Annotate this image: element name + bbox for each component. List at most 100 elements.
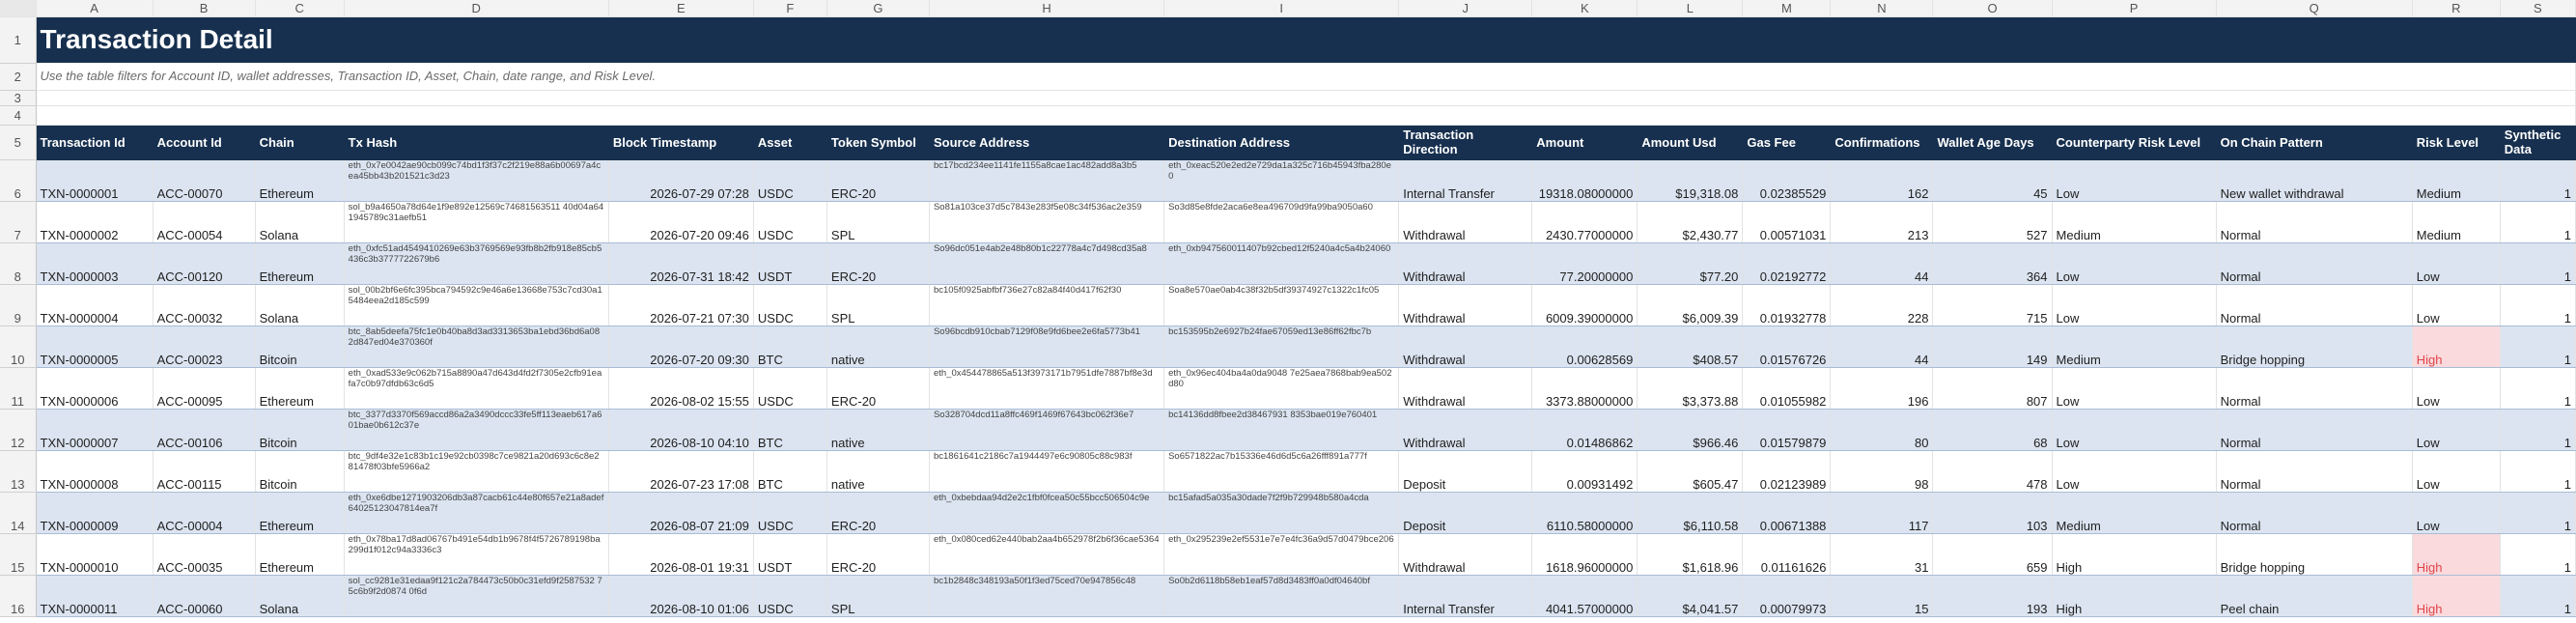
header-source-address[interactable]: Source Address — [929, 125, 1165, 160]
column-header[interactable]: R — [2412, 0, 2501, 17]
row-number[interactable]: 1 — [0, 16, 37, 64]
cell-block-timestamp[interactable]: 2026-08-07 21:09 — [608, 492, 754, 534]
cell-transaction-id[interactable]: TXN-0000008 — [36, 450, 154, 493]
cell-tx-hash[interactable]: btc_9df4e32e1c83b1c19e92cb0398c7ce9821a2… — [344, 450, 609, 493]
header-confirmations[interactable]: Confirmations — [1830, 125, 1934, 160]
cell-source-address[interactable]: bc17bcd234ee1141fe1155a8cae1ac482add8a3b… — [929, 159, 1165, 202]
cell-block-timestamp[interactable]: 2026-08-01 19:31 — [608, 533, 754, 576]
cell-wallet-age-days[interactable]: 68 — [1932, 409, 2053, 451]
cell-risk-level[interactable]: Medium — [2412, 159, 2501, 202]
header-risk-level[interactable]: Risk Level — [2412, 125, 2501, 160]
cell-synthetic-data[interactable]: 1 — [2500, 242, 2576, 285]
row-number[interactable]: 15 — [0, 533, 37, 576]
cell-gas-fee[interactable]: 0.01161626 — [1742, 533, 1832, 576]
cell-token-symbol[interactable]: native — [826, 326, 930, 368]
cell-confirmations[interactable]: 44 — [1830, 326, 1934, 368]
cell-amount[interactable]: 1618.96000000 — [1531, 533, 1638, 576]
cell-block-timestamp[interactable]: 2026-07-29 07:28 — [608, 159, 754, 202]
cell-tx-hash[interactable]: btc_3377d3370f569accd86a2a3490dccc33fe5f… — [344, 409, 609, 451]
cell-on-chain-pattern[interactable]: Bridge hopping — [2216, 326, 2413, 368]
column-header[interactable]: Q — [2216, 0, 2413, 17]
cell-amount[interactable]: 6009.39000000 — [1531, 284, 1638, 326]
cell-wallet-age-days[interactable]: 364 — [1932, 242, 2053, 285]
cell-wallet-age-days[interactable]: 149 — [1932, 326, 2053, 368]
cell-token-symbol[interactable]: native — [826, 409, 930, 451]
header-wallet-age-days[interactable]: Wallet Age Days — [1932, 125, 2053, 160]
cell-counterparty-risk-level[interactable]: Low — [2052, 409, 2217, 451]
cell-destination-address[interactable]: So6571822ac7b15336e46d6d5c6a26fff891a777… — [1163, 450, 1400, 493]
cell-wallet-age-days[interactable]: 715 — [1932, 284, 2053, 326]
title-band[interactable] — [753, 16, 2576, 63]
header-destination-address[interactable]: Destination Address — [1163, 125, 1400, 160]
cell-block-timestamp[interactable]: 2026-08-10 04:10 — [608, 409, 754, 451]
cell-tx-hash[interactable]: eth_0xfc51ad4549410269e63b3769569e93fb8b… — [344, 242, 609, 285]
row-number[interactable]: 8 — [0, 242, 37, 285]
cell-amount-usd[interactable]: $966.46 — [1637, 409, 1744, 451]
cell-gas-fee[interactable]: 0.02192772 — [1742, 242, 1832, 285]
cell-transaction-direction[interactable]: Withdrawal — [1398, 201, 1533, 243]
header-counterparty-risk-level[interactable]: Counterparty Risk Level — [2052, 125, 2217, 160]
cell-on-chain-pattern[interactable]: New wallet withdrawal — [2216, 159, 2413, 202]
header-asset[interactable]: Asset — [753, 125, 827, 160]
cell-transaction-direction[interactable]: Withdrawal — [1398, 284, 1533, 326]
header-chain[interactable]: Chain — [255, 125, 345, 160]
cell-source-address[interactable]: So81a103ce37d5c7843e283f5e08c34f536ac2e3… — [929, 201, 1165, 243]
cell-source-address[interactable]: So96bcdb910cbab7129f08e9fd6bee2e6fa5773b… — [929, 326, 1165, 368]
cell-gas-fee[interactable]: 0.00671388 — [1742, 492, 1832, 534]
cell-transaction-direction[interactable]: Withdrawal — [1398, 533, 1533, 576]
cell-counterparty-risk-level[interactable]: Low — [2052, 284, 2217, 326]
cell-amount[interactable]: 0.00931492 — [1531, 450, 1638, 493]
row-number[interactable]: 12 — [0, 409, 37, 451]
cell-counterparty-risk-level[interactable]: Low — [2052, 242, 2217, 285]
cell-confirmations[interactable]: 31 — [1830, 533, 1934, 576]
cell-synthetic-data[interactable]: 1 — [2500, 326, 2576, 368]
cell-risk-level[interactable]: High — [2412, 326, 2501, 368]
column-header[interactable]: O — [1932, 0, 2053, 17]
cell-token-symbol[interactable]: ERC-20 — [826, 242, 930, 285]
header-block-timestamp[interactable]: Block Timestamp — [608, 125, 754, 160]
cell-account-id[interactable]: ACC-00004 — [153, 492, 256, 534]
cell-source-address[interactable]: eth_0x454478865a513f3973171b7951dfe7887b… — [929, 367, 1165, 410]
cell-chain[interactable]: Ethereum — [255, 159, 345, 202]
cell-on-chain-pattern[interactable]: Normal — [2216, 492, 2413, 534]
cell-token-symbol[interactable]: ERC-20 — [826, 367, 930, 410]
cell-source-address[interactable]: eth_0xbebdaa94d2e2c1fbf0fcea50c55bcc5065… — [929, 492, 1165, 534]
cell-block-timestamp[interactable]: 2026-08-10 01:06 — [608, 575, 754, 617]
cell-source-address[interactable]: bc105f0925abfbf736e27c82a84f40d417f62f30 — [929, 284, 1165, 326]
cell-confirmations[interactable]: 162 — [1830, 159, 1934, 202]
cell-source-address[interactable]: So96dc051e4ab2e48b80b1c22778a4c7d498cd35… — [929, 242, 1165, 285]
cell-synthetic-data[interactable]: 1 — [2500, 450, 2576, 493]
cell-chain[interactable]: Ethereum — [255, 492, 345, 534]
cell-risk-level[interactable]: Low — [2412, 450, 2501, 493]
cell-counterparty-risk-level[interactable]: High — [2052, 533, 2217, 576]
cell-gas-fee[interactable]: 0.01576726 — [1742, 326, 1832, 368]
page-title[interactable]: Transaction Detail — [36, 16, 754, 63]
cell-amount[interactable]: 6110.58000000 — [1531, 492, 1638, 534]
cell-tx-hash[interactable]: sol_b9a4650a78d64e1f9e892e12569c74681563… — [344, 201, 609, 243]
column-header[interactable]: E — [608, 0, 754, 17]
header-amount[interactable]: Amount — [1531, 125, 1638, 160]
cell-transaction-id[interactable]: TXN-0000005 — [36, 326, 154, 368]
header-token-symbol[interactable]: Token Symbol — [826, 125, 930, 160]
cell-amount-usd[interactable]: $2,430.77 — [1637, 201, 1744, 243]
cell-chain[interactable]: Solana — [255, 575, 345, 617]
cell-transaction-direction[interactable]: Withdrawal — [1398, 242, 1533, 285]
cell-asset[interactable]: BTC — [753, 409, 827, 451]
column-header[interactable]: G — [826, 0, 930, 17]
column-header[interactable]: H — [929, 0, 1165, 17]
cell-wallet-age-days[interactable]: 659 — [1932, 533, 2053, 576]
cell-counterparty-risk-level[interactable]: Medium — [2052, 201, 2217, 243]
cell-confirmations[interactable]: 15 — [1830, 575, 1934, 617]
cell-account-id[interactable]: ACC-00032 — [153, 284, 256, 326]
cell-transaction-id[interactable]: TXN-0000010 — [36, 533, 154, 576]
empty-cell[interactable] — [36, 105, 2576, 126]
cell-gas-fee[interactable]: 0.01055982 — [1742, 367, 1832, 410]
cell-risk-level[interactable]: Low — [2412, 409, 2501, 451]
row-number[interactable]: 10 — [0, 326, 37, 368]
cell-asset[interactable]: BTC — [753, 450, 827, 493]
header-transaction-direction[interactable]: Transaction Direction — [1398, 125, 1533, 160]
cell-transaction-direction[interactable]: Internal Transfer — [1398, 575, 1533, 617]
cell-transaction-direction[interactable]: Deposit — [1398, 492, 1533, 534]
header-gas-fee[interactable]: Gas Fee — [1742, 125, 1832, 160]
cell-transaction-direction[interactable]: Withdrawal — [1398, 409, 1533, 451]
